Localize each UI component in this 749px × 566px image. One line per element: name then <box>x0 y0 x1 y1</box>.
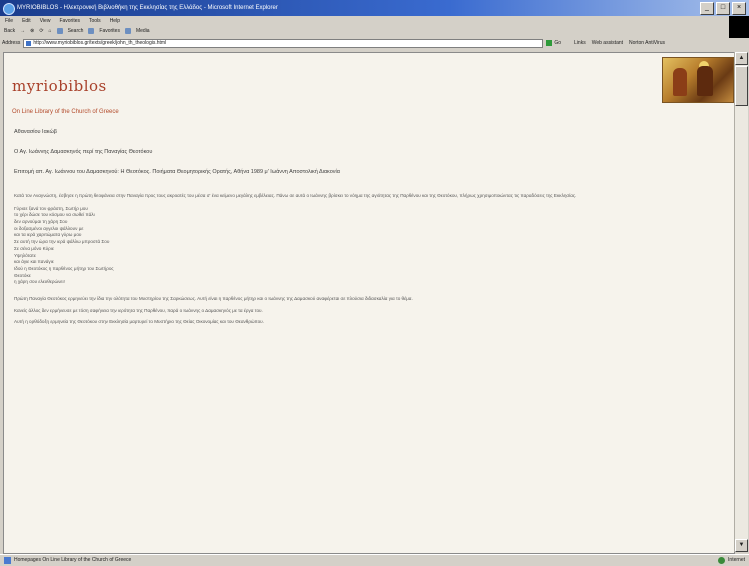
poem-line: Σε αυτή την ώρα την ιερά ψάλλω μπροστά Σ… <box>14 239 110 245</box>
address-value: http://www.myriobiblos.gr/texts/greek/jo… <box>33 40 167 46</box>
intro-paragraph: Κατά τον Αναγνώστη, έσβησε η πρώτη θεοφά… <box>14 193 577 198</box>
window-controls: _ □ × <box>700 2 746 15</box>
link-web-assistant[interactable]: Web assistant <box>592 40 623 46</box>
body-paragraph: Κανείς άλλος δεν ερμήνευσε με τόση σαφήν… <box>14 307 263 313</box>
scroll-down-icon[interactable]: ▼ <box>735 539 748 552</box>
site-logo[interactable]: myriobiblos <box>12 77 107 95</box>
page-status-icon <box>4 557 11 564</box>
maximize-button[interactable]: □ <box>716 2 730 15</box>
poem-line: Σε σένα μόνο Κύριε <box>14 245 54 251</box>
poem-line: Γύρισε ξανά τον φράστη, Σωτήρ μου <box>14 205 88 211</box>
links-bar: Links Web assistant Norton AntiVirus <box>574 40 665 46</box>
stop-button[interactable]: ⊗ <box>30 28 34 34</box>
saint-figure <box>697 66 713 96</box>
poem-line: Ιδού η Θεοτόκος η παρθένος μήτηρ του Σωτ… <box>14 265 114 271</box>
saint-figure <box>673 68 687 96</box>
poem-line: και τα ιερά χαριτώματα γύρω μου <box>14 232 82 238</box>
body-paragraph: Πρώτη Παναγία Θεοτόκος ερμηνεύει την ίδι… <box>14 296 413 302</box>
windows-logo <box>729 16 749 38</box>
favorites-icon <box>88 28 95 34</box>
menu-bar: File Edit View Favorites Tools Help <box>0 16 749 26</box>
menu-view[interactable]: View <box>40 16 51 26</box>
poem-line: οι δοξασμένοι αγγελοι ψάλλουν με <box>14 225 84 231</box>
minimize-button[interactable]: _ <box>700 2 714 15</box>
vertical-scrollbar[interactable]: ▲ ▼ <box>734 52 748 552</box>
address-label: Address <box>2 40 21 46</box>
status-bar: Homepages On Line Library of the Church … <box>0 554 749 566</box>
search-button[interactable]: Search <box>68 28 84 34</box>
forward-button[interactable]: → <box>20 28 25 34</box>
media-icon <box>124 28 131 34</box>
menu-edit[interactable]: Edit <box>22 16 31 26</box>
internet-zone-icon <box>718 557 726 564</box>
links-label[interactable]: Links <box>574 40 586 46</box>
zone-label: Internet <box>728 557 745 563</box>
site-header: myriobiblos On Line Library of the Churc… <box>4 53 734 115</box>
address-bar: Address http://www.myriobiblos.gr/texts/… <box>0 37 749 49</box>
menu-file[interactable]: File <box>5 16 13 26</box>
poem-line: Θεοτόκε <box>14 272 31 278</box>
ie-icon <box>3 3 15 15</box>
window-titlebar: MYRIOBIBLOS - Ηλεκτρονική Βιβλιοθήκη της… <box>0 0 749 16</box>
author: Αθανασίου Ιακώβ <box>14 129 57 135</box>
favorites-button[interactable]: Favorites <box>99 28 120 34</box>
go-arrow-icon <box>546 40 553 46</box>
scroll-up-icon[interactable]: ▲ <box>735 52 748 65</box>
link-norton[interactable]: Norton AntiVirus <box>629 40 665 46</box>
poem: Γύρισε ξανά τον φράστη, Σωτήρ μου το χέρ… <box>14 206 726 286</box>
icon-image <box>662 57 734 103</box>
poem-line: το χέρι δώσε του κόσμου να σωθεί πάλι <box>14 212 95 218</box>
poem-line: δεν αρνούμαι τη χάρη Σου <box>14 219 68 224</box>
poem-line: η χάρη σου ελευθερώνει! <box>14 279 65 285</box>
close-button[interactable]: × <box>732 2 746 15</box>
scroll-thumb[interactable] <box>735 66 748 106</box>
go-label: Go <box>554 40 562 46</box>
status-text: Homepages On Line Library of the Church … <box>14 557 132 563</box>
site-subtitle: On Line Library of the Church of Greece <box>12 109 119 115</box>
status-right: Internet <box>718 555 745 566</box>
poem-line: Υψηλότατε <box>14 252 36 258</box>
toolbar: Back → ⊗ ⟳ ⌂ Search Favorites Media <box>0 26 729 36</box>
article-source: Επιτομή απ. Αγ. Ιωάννου του Δαμασκηνού: … <box>14 169 340 175</box>
search-icon <box>56 28 63 34</box>
address-field[interactable]: http://www.myriobiblos.gr/texts/greek/jo… <box>23 38 544 48</box>
menu-help[interactable]: Help <box>110 16 120 26</box>
article-title: Ο Αγ. Ιωάννης Δαμασκηνός περί της Παναγί… <box>14 149 153 155</box>
body-paragraph: Αυτή η ορθόδοξη ερμηνεία της Θεοτόκου στ… <box>14 319 264 325</box>
menu-favorites[interactable]: Favorites <box>59 16 80 26</box>
article-content: Αθανασίου Ιακώβ Ο Αγ. Ιωάννης Δαμασκηνός… <box>14 129 726 331</box>
media-button[interactable]: Media <box>136 28 150 34</box>
menu-tools[interactable]: Tools <box>89 16 101 26</box>
status-left: Homepages On Line Library of the Church … <box>4 555 131 566</box>
home-button[interactable]: ⌂ <box>49 28 52 34</box>
page-icon <box>26 40 32 46</box>
page-viewport: myriobiblos On Line Library of the Churc… <box>3 52 735 554</box>
poem-line: και άγιε και πανάγιε <box>14 259 54 265</box>
back-button[interactable]: Back <box>4 28 15 34</box>
go-button[interactable]: Go <box>546 40 561 46</box>
refresh-button[interactable]: ⟳ <box>39 28 43 34</box>
window-title: MYRIOBIBLOS - Ηλεκτρονική Βιβλιοθήκη της… <box>17 5 278 11</box>
